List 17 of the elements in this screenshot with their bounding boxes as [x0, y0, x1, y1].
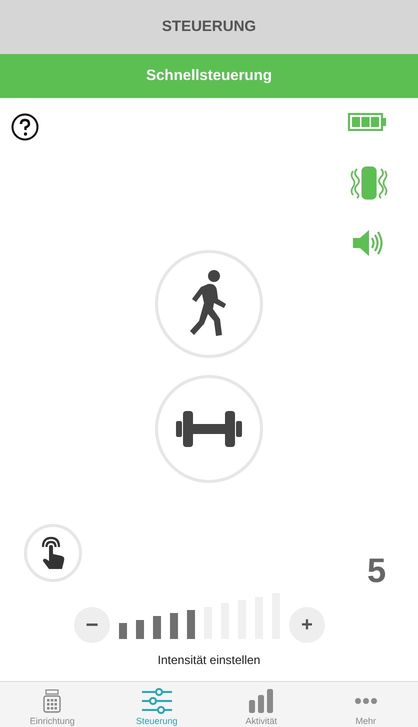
screen-title: STEUERUNG	[162, 16, 256, 37]
tab[interactable]: Einrichtung	[0, 682, 104, 727]
section-title: Schnellsteuerung	[146, 66, 272, 86]
bar-chart-icon	[248, 689, 274, 713]
intensity-value: 5	[367, 554, 386, 588]
sliders-icon	[140, 688, 173, 714]
tab[interactable]: Aktivität	[209, 682, 314, 727]
intensity-label: Intensität einstellen	[156, 652, 262, 669]
tab[interactable]: Mehr	[314, 682, 418, 727]
keypad-icon	[43, 689, 62, 713]
increase-button[interactable]: +	[289, 607, 325, 643]
tab[interactable]: Steuerung	[104, 682, 209, 727]
decrease-button[interactable]: −	[74, 607, 110, 643]
battery-icon	[348, 113, 386, 131]
more-icon	[354, 697, 378, 705]
intensity-meter[interactable]	[119, 591, 280, 639]
help-icon[interactable]	[11, 113, 39, 141]
